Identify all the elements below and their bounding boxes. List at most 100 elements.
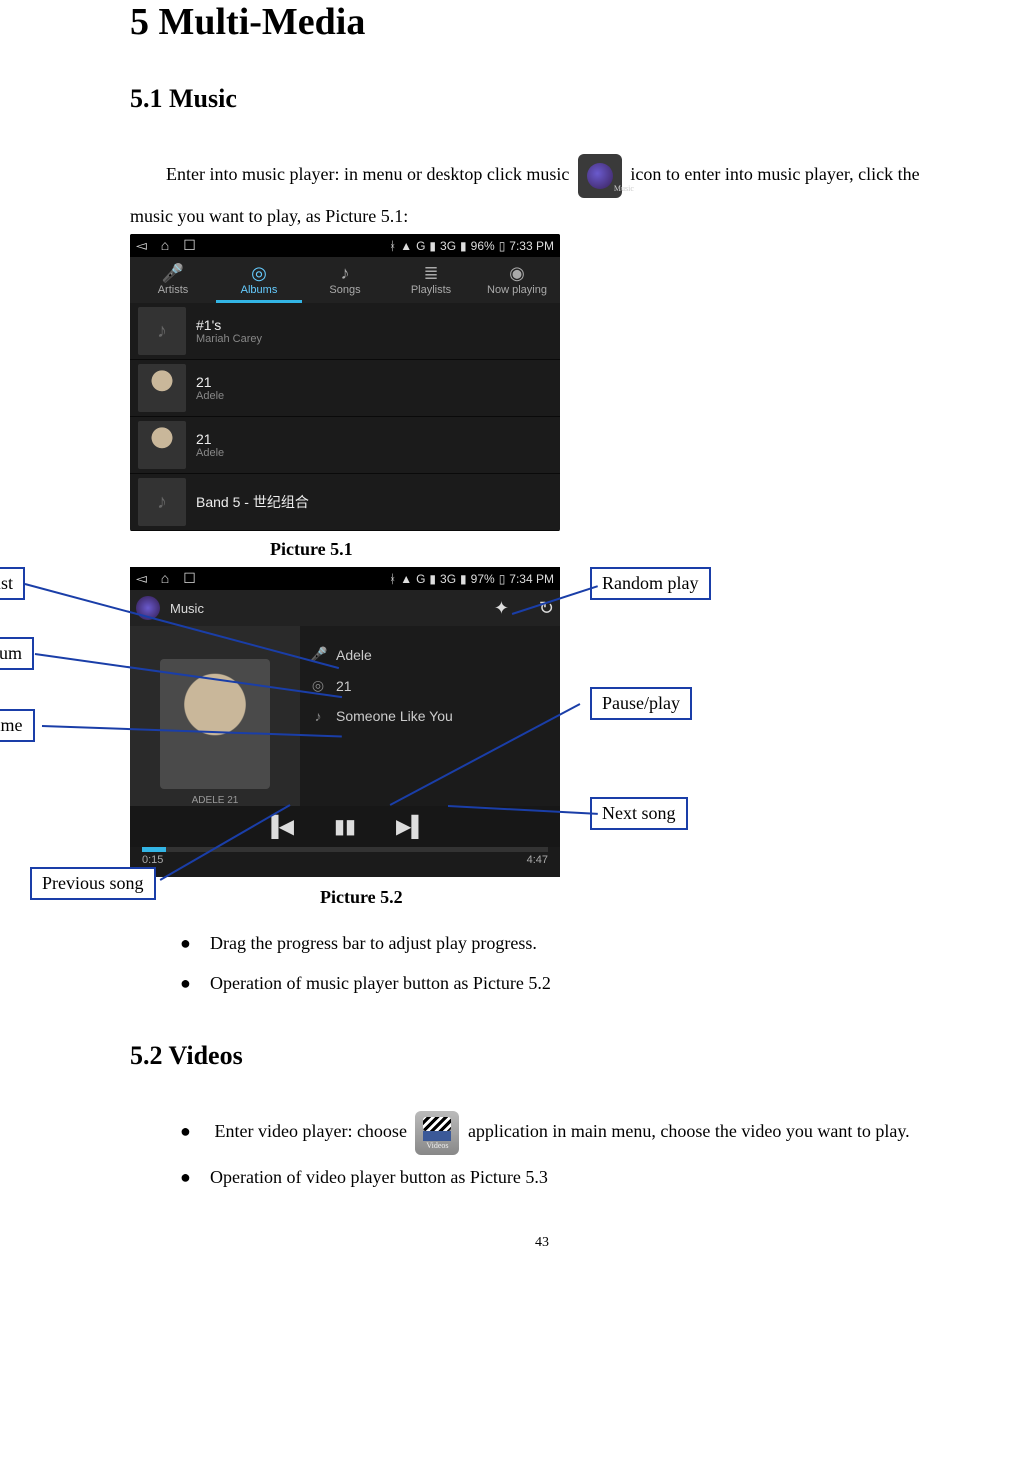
section-music-title: 5.1 Music [130, 84, 954, 114]
album-artist: Adele [196, 390, 224, 402]
network-g-icon: G [416, 239, 425, 253]
album-title: #1's [196, 317, 262, 333]
music-app-icon: Music [578, 154, 622, 198]
bullet-item: Enter video player: choose Videos applic… [180, 1111, 954, 1155]
album-title: 21 [196, 431, 224, 447]
battery-percent: 96% [471, 239, 495, 253]
tab-label: Now playing [487, 284, 547, 296]
intro-paragraph: Enter into music player: in menu or desk… [130, 154, 954, 234]
tab-playlists[interactable]: ≣ Playlists [388, 257, 474, 303]
tab-label: Playlists [411, 284, 451, 296]
album-row[interactable]: ♪ #1's Mariah Carey [130, 303, 560, 360]
tab-songs[interactable]: ♪ Songs [302, 257, 388, 303]
video-bullets: Enter video player: choose Videos applic… [180, 1111, 954, 1195]
album-art-placeholder: ♪ [138, 478, 186, 526]
bullet-text-a: Enter video player: choose [215, 1121, 412, 1141]
nowplaying-icon: ◉ [474, 263, 560, 284]
battery-icon: ▯ [499, 239, 506, 253]
bullet-item: Drag the progress bar to adjust play pro… [180, 925, 954, 961]
tab-label: Artists [158, 284, 189, 296]
progress-bar[interactable] [142, 847, 548, 852]
battery-percent: 97% [471, 572, 495, 586]
videos-app-icon: Videos [415, 1111, 459, 1155]
list-icon: ≣ [388, 263, 474, 284]
tab-artists[interactable]: 🎤 Artists [130, 257, 216, 303]
status-bar: ◅ ⌂ ☐ ᚼ ▲ G ▮ 3G ▮ 96% ▯ 7:33 PM [130, 234, 560, 257]
callout-album: Album [0, 637, 34, 670]
album-art [138, 364, 186, 412]
tab-label: Albums [241, 284, 278, 296]
bullet-item: Operation of video player button as Pict… [180, 1159, 954, 1195]
tab-albums[interactable]: ◎ Albums [216, 257, 302, 303]
album-row[interactable]: 21 Adele [130, 360, 560, 417]
signal-icon-2: ▮ [460, 572, 467, 586]
song-row: ♪ Someone Like You [310, 708, 550, 724]
tab-label: Songs [329, 284, 360, 296]
album-artist: Adele [196, 447, 224, 459]
album-art-placeholder: ♪ [138, 307, 186, 355]
recents-icon: ☐ [183, 570, 196, 587]
song-name: Someone Like You [336, 708, 453, 724]
album-row[interactable]: 21 Adele [130, 417, 560, 474]
note-icon: ♪ [310, 708, 326, 724]
bluetooth-icon: ᚼ [389, 239, 396, 253]
caption-picture-5-1: Picture 5.1 [270, 531, 954, 567]
bluetooth-icon: ᚼ [389, 572, 396, 586]
signal-icon-2: ▮ [460, 239, 467, 253]
bullet-item: Operation of music player button as Pict… [180, 965, 954, 1001]
clock: 7:34 PM [509, 572, 554, 586]
videos-app-icon-label: Videos [415, 1138, 459, 1154]
music-app-icon-label: Music [578, 181, 622, 197]
back-icon: ◅ [136, 570, 147, 587]
page-number: 43 [130, 1235, 954, 1251]
callout-artist: Artist [0, 567, 25, 600]
wifi-icon: ▲ [400, 239, 412, 253]
album-title: 21 [196, 374, 224, 390]
screenshot-album-list: ◅ ⌂ ☐ ᚼ ▲ G ▮ 3G ▮ 96% ▯ 7:33 PM 🎤 Artis… [130, 234, 560, 531]
callout-songname: Song name [0, 709, 35, 742]
section-videos-title: 5.2 Videos [130, 1041, 954, 1071]
callout-next: Next song [590, 797, 688, 830]
time-total: 4:47 [527, 854, 548, 866]
back-icon: ◅ [136, 237, 147, 254]
artist-row: 🎤 Adele [310, 646, 550, 663]
player-header: Music ✦ ↻ [130, 590, 560, 626]
mic-icon: 🎤 [130, 263, 216, 284]
signal-icon: ▮ [429, 239, 436, 253]
music-bullets: Drag the progress bar to adjust play pro… [180, 925, 954, 1001]
next-button[interactable]: ▶▌ [396, 814, 426, 839]
callout-previous: Previous song [30, 867, 156, 900]
tab-now-playing[interactable]: ◉ Now playing [474, 257, 560, 303]
player-title: Music [170, 601, 204, 616]
chapter-title: 5 Multi-Media [130, 0, 954, 44]
pause-button[interactable]: ▮▮ [334, 814, 356, 839]
album-title: Band 5 - 世纪组合 [196, 492, 309, 512]
clock: 7:33 PM [509, 239, 554, 253]
softkeys: ◅ ⌂ ☐ [136, 237, 196, 254]
callout-pause: Pause/play [590, 687, 692, 720]
time-elapsed: 0:15 [142, 854, 163, 866]
album-art [138, 421, 186, 469]
music-tabs: 🎤 Artists ◎ Albums ♪ Songs ≣ Playlists ◉… [130, 257, 560, 303]
disc-icon: ◎ [216, 263, 302, 284]
home-icon: ⌂ [161, 237, 169, 254]
wifi-icon: ▲ [400, 572, 412, 586]
artist-name: Adele [336, 647, 372, 663]
album-artist: Mariah Carey [196, 333, 262, 345]
bullet-text-b: application in main menu, choose the vid… [468, 1121, 910, 1141]
screenshot-now-playing: ◅ ⌂ ☐ ᚼ ▲ G ▮ 3G ▮ 97% ▯ 7:34 PM [130, 567, 560, 877]
shuffle-icon[interactable]: ✦ [494, 598, 509, 619]
network-3g-label: 3G [440, 572, 456, 586]
album-row: ◎ 21 [310, 677, 550, 694]
note-icon: ♪ [302, 263, 388, 284]
battery-icon: ▯ [499, 572, 506, 586]
network-3g-label: 3G [440, 239, 456, 253]
signal-icon: ▮ [429, 572, 436, 586]
recents-icon: ☐ [183, 237, 196, 254]
status-bar: ◅ ⌂ ☐ ᚼ ▲ G ▮ 3G ▮ 97% ▯ 7:34 PM [130, 567, 560, 590]
album-row[interactable]: ♪ Band 5 - 世纪组合 [130, 474, 560, 531]
intro-text-a: Enter into music player: in menu or desk… [166, 164, 574, 184]
callout-random: Random play [590, 567, 711, 600]
album-cover: ADELE 21 [130, 626, 300, 806]
player-controls: ▐◀ ▮▮ ▶▌ [130, 806, 560, 847]
